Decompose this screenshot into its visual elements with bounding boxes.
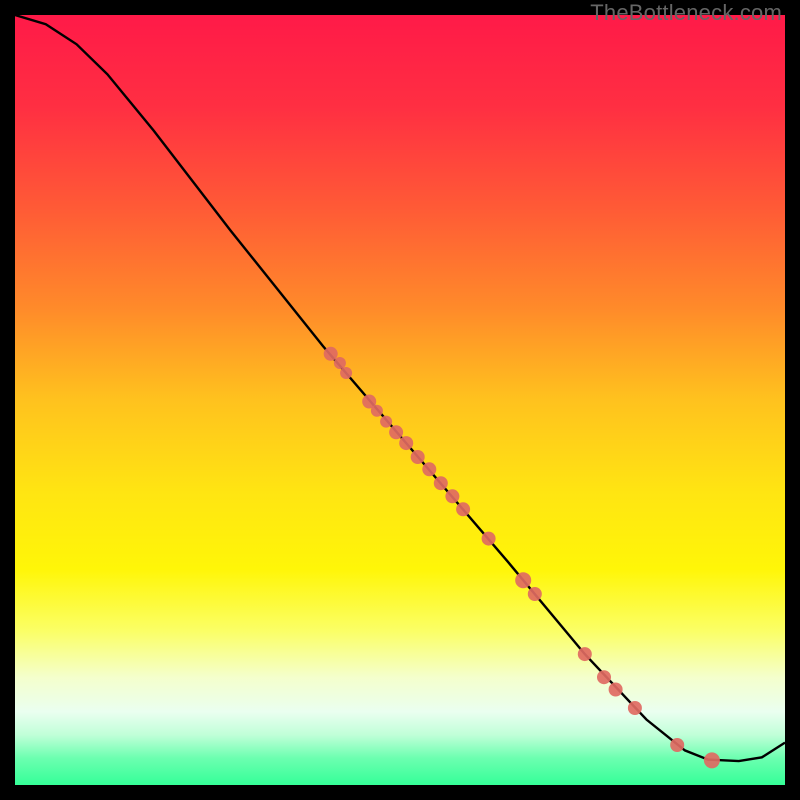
scatter-dot	[578, 647, 592, 661]
scatter-dot	[422, 462, 436, 476]
scatter-dot	[389, 425, 403, 439]
gradient-background	[15, 15, 785, 785]
scatter-dot	[324, 347, 338, 361]
scatter-dot	[340, 367, 352, 379]
scatter-dot	[704, 752, 720, 768]
scatter-dot	[597, 670, 611, 684]
chart-svg	[15, 15, 785, 785]
scatter-dot	[528, 587, 542, 601]
chart-area	[15, 15, 785, 785]
scatter-dot	[515, 572, 531, 588]
scatter-dot	[380, 416, 392, 428]
scatter-dot	[609, 683, 623, 697]
scatter-dot	[334, 357, 346, 369]
scatter-dot	[399, 436, 413, 450]
scatter-dot	[482, 532, 496, 546]
scatter-dot	[445, 489, 459, 503]
watermark-text: TheBottleneck.com	[590, 0, 782, 26]
scatter-dot	[628, 701, 642, 715]
scatter-dot	[411, 450, 425, 464]
scatter-dot	[371, 405, 383, 417]
scatter-dot	[434, 476, 448, 490]
scatter-dot	[670, 738, 684, 752]
scatter-dot	[456, 502, 470, 516]
